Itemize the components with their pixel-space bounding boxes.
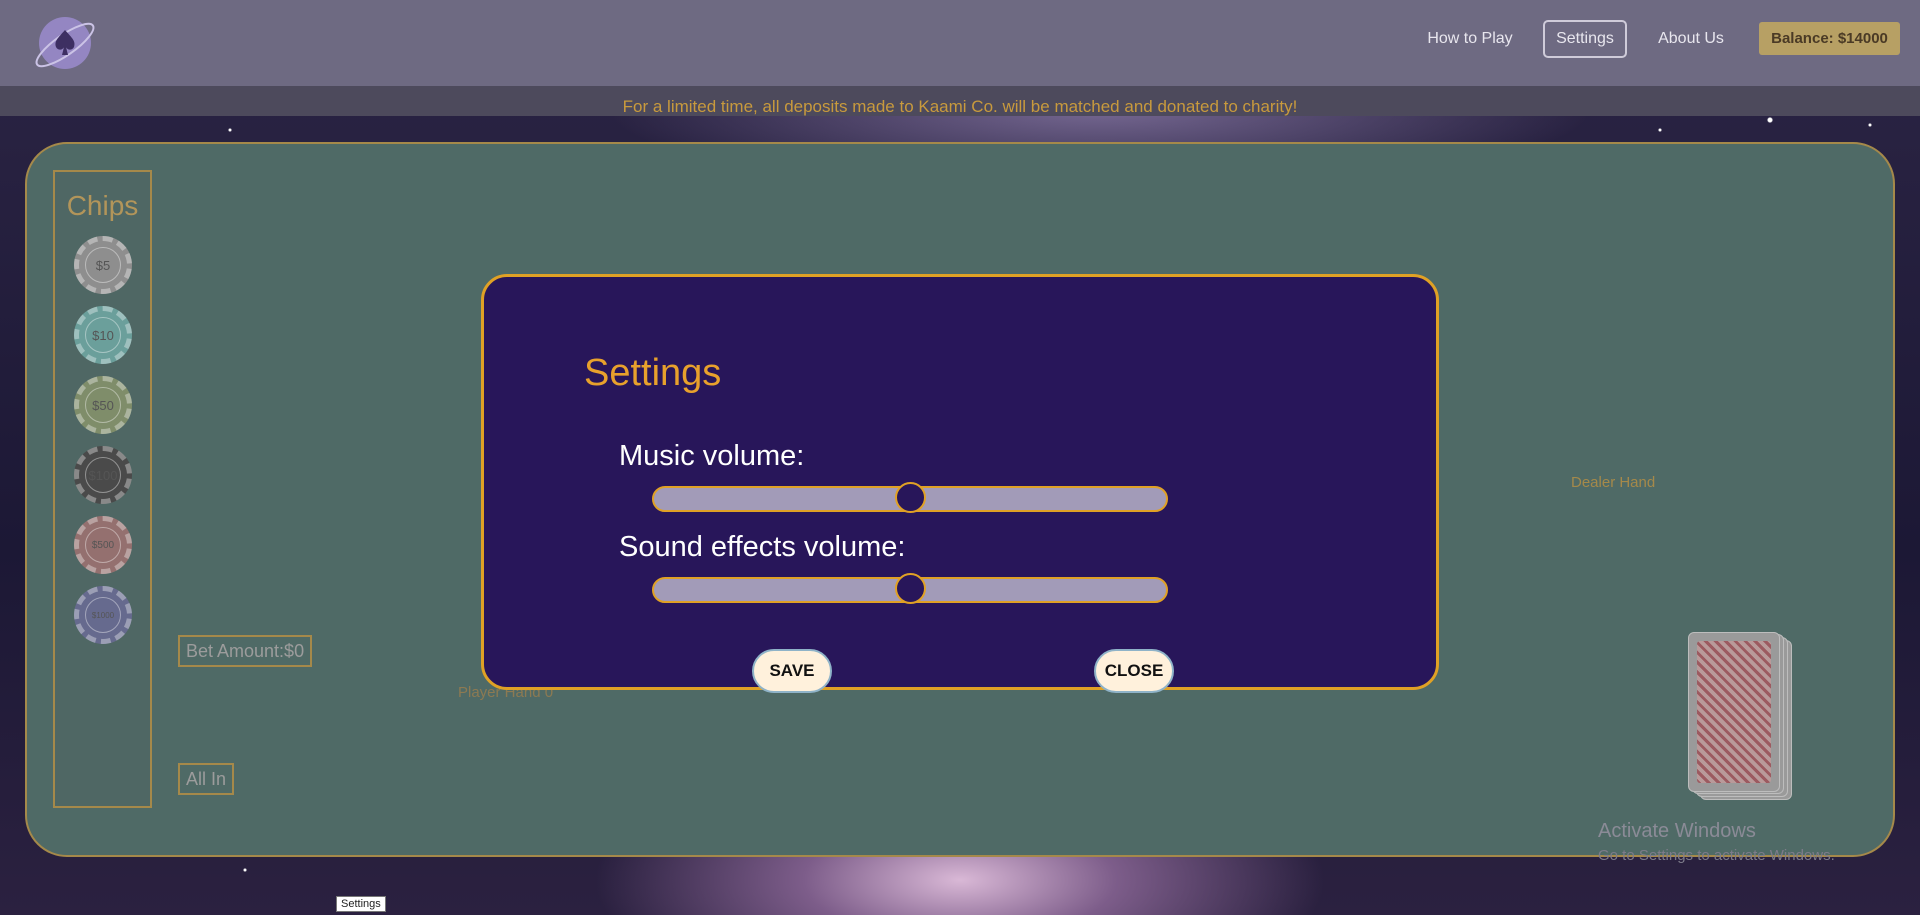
chips-title: Chips (66, 190, 139, 221)
chip-label: $10 (85, 317, 121, 353)
music-volume-label: Music volume: (619, 440, 805, 472)
chip-1000[interactable]: $1000 (74, 586, 132, 644)
bet-amount-display: Bet Amount:$0 (178, 635, 313, 667)
nav-settings[interactable]: Settings (1543, 20, 1627, 58)
sfx-volume-label: Sound effects volume: (619, 531, 906, 563)
promo-banner: For a limited time, all deposits made to… (0, 86, 1920, 116)
windows-activate-title: Activate Windows (1598, 820, 1756, 842)
card-back-pattern (1697, 641, 1771, 783)
music-volume-slider[interactable] (652, 482, 1168, 513)
chips-panel: Chips $5 $10 $50 $100 $500 $1000 (53, 170, 152, 808)
all-in-button[interactable]: All In (178, 763, 235, 795)
modal-title: Settings (584, 352, 722, 394)
chip-label: $1000 (85, 597, 121, 633)
chip-5[interactable]: $5 (74, 236, 132, 294)
sfx-volume-slider-thumb[interactable] (894, 573, 926, 604)
sfx-volume-slider[interactable] (652, 573, 1168, 604)
chip-10[interactable]: $10 (74, 306, 132, 364)
save-button[interactable]: SAVE (752, 649, 832, 693)
chip-label: $50 (85, 387, 121, 423)
balance-badge[interactable]: Balance: $14000 (1759, 22, 1900, 55)
music-volume-slider-thumb[interactable] (894, 482, 926, 513)
chip-100[interactable]: $100 (74, 446, 132, 504)
dealer-hand-label: Dealer Hand (1571, 474, 1656, 491)
settings-tooltip: Settings (336, 896, 386, 912)
planet-spade-logo-icon[interactable] (30, 8, 100, 78)
chip-label: $100 (85, 457, 121, 493)
chip-50[interactable]: $50 (74, 376, 132, 434)
chip-500[interactable]: $500 (74, 516, 132, 574)
windows-activate-subtitle: Go to Settings to activate Windows. (1598, 847, 1835, 864)
card-deck (1688, 632, 1796, 804)
nav-how-to-play[interactable]: How to Play (1420, 20, 1520, 58)
close-button[interactable]: CLOSE (1094, 649, 1174, 693)
chip-label: $5 (85, 247, 121, 283)
deck-top-card (1688, 632, 1780, 792)
settings-modal: Settings Music volume: Sound effects vol… (481, 274, 1439, 693)
nav-about-us[interactable]: About Us (1648, 20, 1734, 58)
chip-label: $500 (85, 527, 121, 563)
top-navbar: How to Play Settings About Us Balance: $… (0, 0, 1920, 86)
